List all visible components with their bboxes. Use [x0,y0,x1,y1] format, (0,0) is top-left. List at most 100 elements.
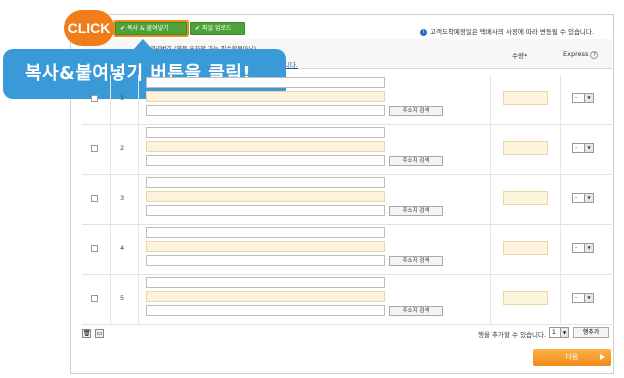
express-select[interactable]: - ▼ [572,93,594,103]
row-number: 1 [120,94,125,102]
address-detail-input[interactable] [146,255,385,266]
address-search-label: 주소지 검색 [402,108,430,114]
screenshot-stage: 관리번호 (영문,숫자만 가능,필수항목아님) 니다. 수량* Express?… [0,0,624,378]
rows-count-value: 1 [552,329,556,336]
address-search-label: 주소지 검색 [402,158,430,164]
quantity-input[interactable] [503,91,548,105]
quantity-input[interactable] [503,241,548,255]
column-divider [490,175,491,225]
express-select[interactable]: - ▼ [572,243,594,253]
trash-icon[interactable]: 🗑 [82,329,91,338]
check-icon: ✔ [195,25,201,32]
next-button[interactable]: 다음 [533,349,611,366]
address-search-button[interactable]: 주소지 검색 [389,156,443,166]
chevron-down-icon: ▼ [584,294,593,302]
next-button-label: 다음 [565,353,579,361]
table-row: 1 주소지 검색 - ▼ [82,75,612,125]
file-upload-label: 파일 업로드 [202,25,232,32]
express-select-value: - [575,244,578,251]
column-divider [560,225,561,275]
row-checkbox[interactable] [91,145,98,152]
copy-paste-label: 복사 & 붙여넣기 [127,25,169,32]
address-search-label: 주소지 검색 [402,258,430,264]
column-divider [110,225,111,275]
express-header-label: Express [563,50,589,58]
recipient-input[interactable] [146,77,385,88]
chevron-down-icon: ▼ [584,194,593,202]
column-divider [138,125,139,175]
folder-icon[interactable]: ▭ [95,329,104,338]
address-search-button[interactable]: 주소지 검색 [389,106,443,116]
row-number: 4 [120,244,125,252]
delivery-notice: i 고객도착예정일은 택배사의 사정에 따라 변동될 수 있습니다. [420,26,594,36]
copy-paste-button[interactable]: ✔ 복사 & 붙여넣기 [113,20,189,37]
qty-header-label: 수량 [512,52,524,60]
address-input[interactable] [146,241,385,252]
address-input[interactable] [146,191,385,202]
file-upload-button[interactable]: ✔ 파일 업로드 [190,22,245,35]
chevron-down-icon: ▼ [584,94,593,102]
address-detail-input[interactable] [146,205,385,216]
address-detail-input[interactable] [146,105,385,116]
address-search-button[interactable]: 주소지 검색 [389,256,443,266]
row-checkbox[interactable] [91,195,98,202]
express-select[interactable]: - ▼ [572,193,594,203]
express-select[interactable]: - ▼ [572,293,594,303]
column-divider [110,75,111,125]
column-divider [138,275,139,325]
row-number: 5 [120,294,125,302]
row-checkbox[interactable] [91,245,98,252]
table-row: 2 주소지 검색 - ▼ [82,125,612,175]
row-number: 2 [120,144,125,152]
address-detail-input[interactable] [146,155,385,166]
recipient-input[interactable] [146,127,385,138]
recipient-input[interactable] [146,177,385,188]
rows-count-select[interactable]: 1 ▼ [549,327,569,338]
column-divider [110,125,111,175]
table-row: 4 주소지 검색 - ▼ [82,225,612,275]
row-checkbox[interactable] [91,295,98,302]
column-divider [138,75,139,125]
play-arrow-icon [600,354,605,360]
express-select-value: - [575,94,578,101]
address-search-label: 주소지 검색 [402,308,430,314]
column-divider [490,225,491,275]
table-row: 5 주소지 검색 - ▼ [82,275,612,325]
row-checkbox[interactable] [91,95,98,102]
quantity-input[interactable] [503,141,548,155]
address-search-button[interactable]: 주소지 검색 [389,306,443,316]
add-rows-text: 행을 추가할 수 있습니다. [478,331,547,339]
header-link[interactable]: 니다. [284,59,298,69]
column-divider [110,275,111,325]
column-divider [490,275,491,325]
recipient-input[interactable] [146,277,385,288]
column-divider [560,275,561,325]
address-input[interactable] [146,141,385,152]
qty-header: 수량* [512,50,527,60]
check-icon: ✔ [120,25,126,32]
chevron-down-icon: ▼ [584,144,593,152]
column-divider [560,175,561,225]
address-input[interactable] [146,291,385,302]
column-divider [490,125,491,175]
callout-tail [133,39,153,50]
help-icon[interactable]: ? [590,51,599,59]
table-row: 3 주소지 검색 - ▼ [82,175,612,225]
column-divider [138,175,139,225]
address-detail-input[interactable] [146,305,385,316]
quantity-input[interactable] [503,291,548,305]
address-search-label: 주소지 검색 [402,208,430,214]
column-divider [560,125,561,175]
express-select[interactable]: - ▼ [572,143,594,153]
info-icon: i [420,28,427,36]
address-input[interactable] [146,91,385,102]
express-select-value: - [575,194,578,201]
add-row-button[interactable]: 행추가 [573,327,609,338]
quantity-input[interactable] [503,191,548,205]
recipient-input[interactable] [146,227,385,238]
qty-required-mark: * [523,52,528,60]
column-divider [560,75,561,125]
address-search-button[interactable]: 주소지 검색 [389,206,443,216]
click-badge: CLICK [64,10,114,46]
chevron-down-icon: ▼ [584,244,593,252]
